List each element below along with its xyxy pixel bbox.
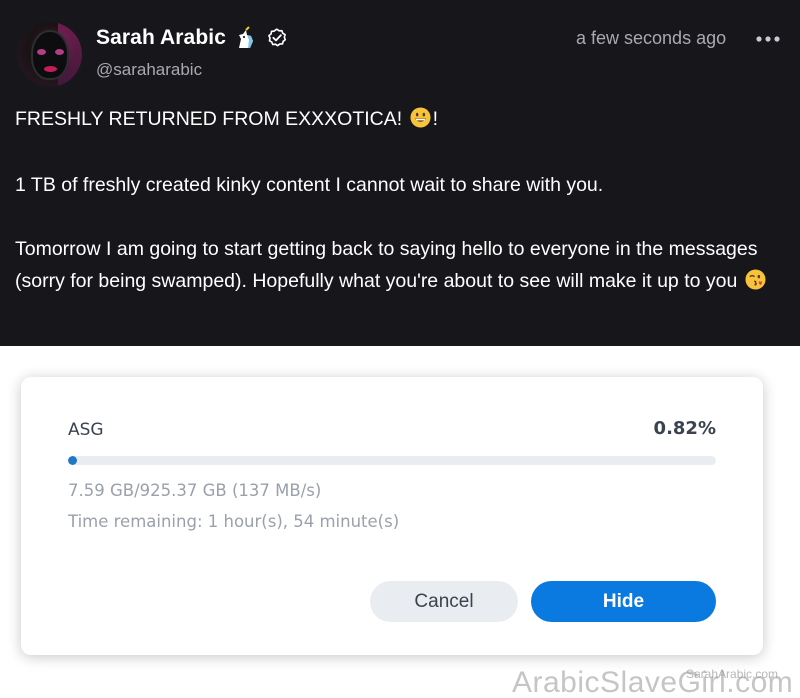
unicorn-icon <box>238 26 253 48</box>
more-horizontal-icon[interactable] <box>754 27 782 51</box>
post-paragraph-3: Tomorrow I am going to start getting bac… <box>15 233 785 297</box>
verified-check-icon <box>268 28 287 47</box>
avatar[interactable] <box>17 22 82 87</box>
avatar-eye-left <box>37 49 46 55</box>
transfer-progress-dialog: ASG 0.82% 7.59 GB/925.37 GB (137 MB/s) T… <box>21 377 763 655</box>
transfer-label: ASG <box>68 420 104 440</box>
post-paragraph-1-text: FRESHLY RETURNED FROM EXXXOTICA! <box>15 108 403 130</box>
avatar-lips <box>44 66 57 72</box>
post-timestamp[interactable]: a few seconds ago <box>576 28 726 49</box>
social-post: Sarah Arabic @saraharabic a few seconds … <box>0 0 800 346</box>
hide-button[interactable]: Hide <box>531 581 716 622</box>
watermark-large: ArabicSlaveGirl.com <box>512 666 794 698</box>
avatar-eye-right <box>55 49 64 55</box>
post-paragraph-1-suffix: ! <box>432 108 439 130</box>
avatar-face <box>31 30 69 80</box>
progress-bar <box>68 456 716 465</box>
author-name-row: Sarah Arabic <box>96 26 288 50</box>
author-name[interactable]: Sarah Arabic <box>96 26 226 50</box>
post-paragraph-1: FRESHLY RETURNED FROM EXXXOTICA! ! <box>15 103 785 135</box>
time-remaining: Time remaining: 1 hour(s), 54 minute(s) <box>68 512 400 531</box>
cancel-button[interactable]: Cancel <box>370 581 518 622</box>
grinning-face-icon <box>410 107 431 128</box>
author-handle[interactable]: @saraharabic <box>96 60 202 80</box>
transfer-percent: 0.82% <box>653 418 716 439</box>
face-blowing-kiss-icon <box>745 269 766 290</box>
transfer-size: 7.59 GB/925.37 GB (137 MB/s) <box>68 481 322 500</box>
progress-fill <box>68 456 77 465</box>
post-paragraph-2: 1 TB of freshly created kinky content I … <box>15 174 604 196</box>
post-paragraph-3-text: Tomorrow I am going to start getting bac… <box>15 238 758 292</box>
